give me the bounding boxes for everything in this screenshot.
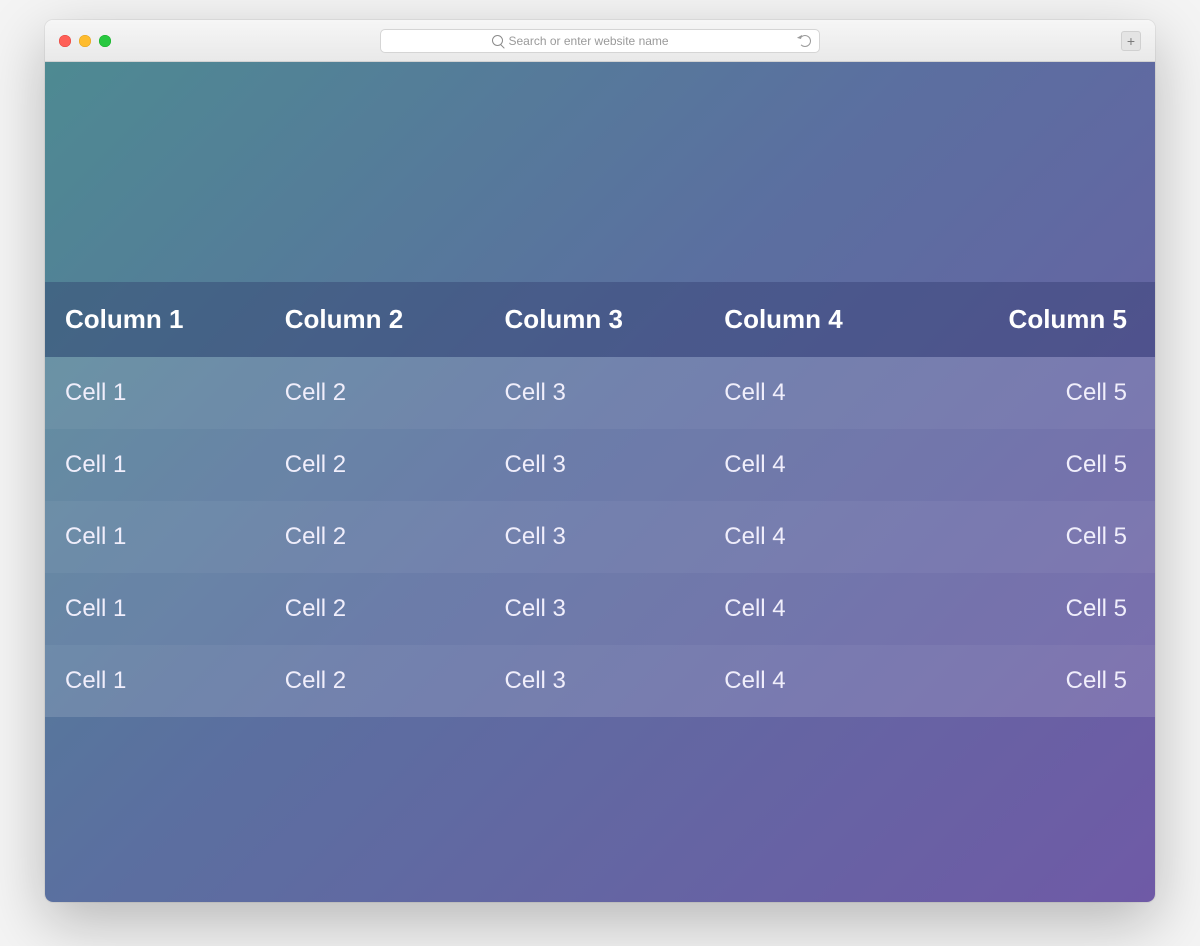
new-tab-button[interactable]: + xyxy=(1121,31,1141,51)
table-cell: Cell 1 xyxy=(45,429,265,501)
table-cell: Cell 5 xyxy=(924,429,1155,501)
table-cell: Cell 2 xyxy=(265,573,485,645)
table-cell: Cell 4 xyxy=(704,357,924,429)
table-cell: Cell 5 xyxy=(924,501,1155,573)
column-header: Column 1 xyxy=(45,282,265,357)
column-header: Column 4 xyxy=(704,282,924,357)
close-window-button[interactable] xyxy=(59,35,71,47)
minimize-window-button[interactable] xyxy=(79,35,91,47)
browser-window: + Column 1 Column 2 Column 3 Column 4 Co… xyxy=(45,20,1155,902)
column-header: Column 5 xyxy=(924,282,1155,357)
table-cell: Cell 2 xyxy=(265,429,485,501)
browser-titlebar: + xyxy=(45,20,1155,62)
table-cell: Cell 4 xyxy=(704,429,924,501)
table-cell: Cell 3 xyxy=(485,429,705,501)
table-cell: Cell 1 xyxy=(45,573,265,645)
page-viewport: Column 1 Column 2 Column 3 Column 4 Colu… xyxy=(45,62,1155,902)
table-cell: Cell 1 xyxy=(45,501,265,573)
reload-icon[interactable] xyxy=(799,35,811,47)
table-cell: Cell 2 xyxy=(265,645,485,717)
table-cell: Cell 5 xyxy=(924,645,1155,717)
table-cell: Cell 1 xyxy=(45,645,265,717)
table-row: Cell 1 Cell 2 Cell 3 Cell 4 Cell 5 xyxy=(45,357,1155,429)
table-header-row: Column 1 Column 2 Column 3 Column 4 Colu… xyxy=(45,282,1155,357)
plus-icon: + xyxy=(1127,34,1135,48)
table-cell: Cell 5 xyxy=(924,357,1155,429)
address-bar[interactable] xyxy=(380,29,820,53)
traffic-lights-group xyxy=(59,35,111,47)
fullscreen-window-button[interactable] xyxy=(99,35,111,47)
table-cell: Cell 4 xyxy=(704,501,924,573)
data-table: Column 1 Column 2 Column 3 Column 4 Colu… xyxy=(45,282,1155,717)
table-cell: Cell 3 xyxy=(485,573,705,645)
address-input[interactable] xyxy=(509,34,709,48)
table-cell: Cell 3 xyxy=(485,501,705,573)
table-cell: Cell 5 xyxy=(924,573,1155,645)
table-cell: Cell 3 xyxy=(485,357,705,429)
table-cell: Cell 3 xyxy=(485,645,705,717)
table-cell: Cell 4 xyxy=(704,573,924,645)
table-row: Cell 1 Cell 2 Cell 3 Cell 4 Cell 5 xyxy=(45,645,1155,717)
search-icon xyxy=(492,35,503,46)
column-header: Column 3 xyxy=(485,282,705,357)
table-cell: Cell 4 xyxy=(704,645,924,717)
table-row: Cell 1 Cell 2 Cell 3 Cell 4 Cell 5 xyxy=(45,429,1155,501)
table-cell: Cell 2 xyxy=(265,501,485,573)
table-row: Cell 1 Cell 2 Cell 3 Cell 4 Cell 5 xyxy=(45,573,1155,645)
table-cell: Cell 1 xyxy=(45,357,265,429)
column-header: Column 2 xyxy=(265,282,485,357)
table-cell: Cell 2 xyxy=(265,357,485,429)
table-row: Cell 1 Cell 2 Cell 3 Cell 4 Cell 5 xyxy=(45,501,1155,573)
